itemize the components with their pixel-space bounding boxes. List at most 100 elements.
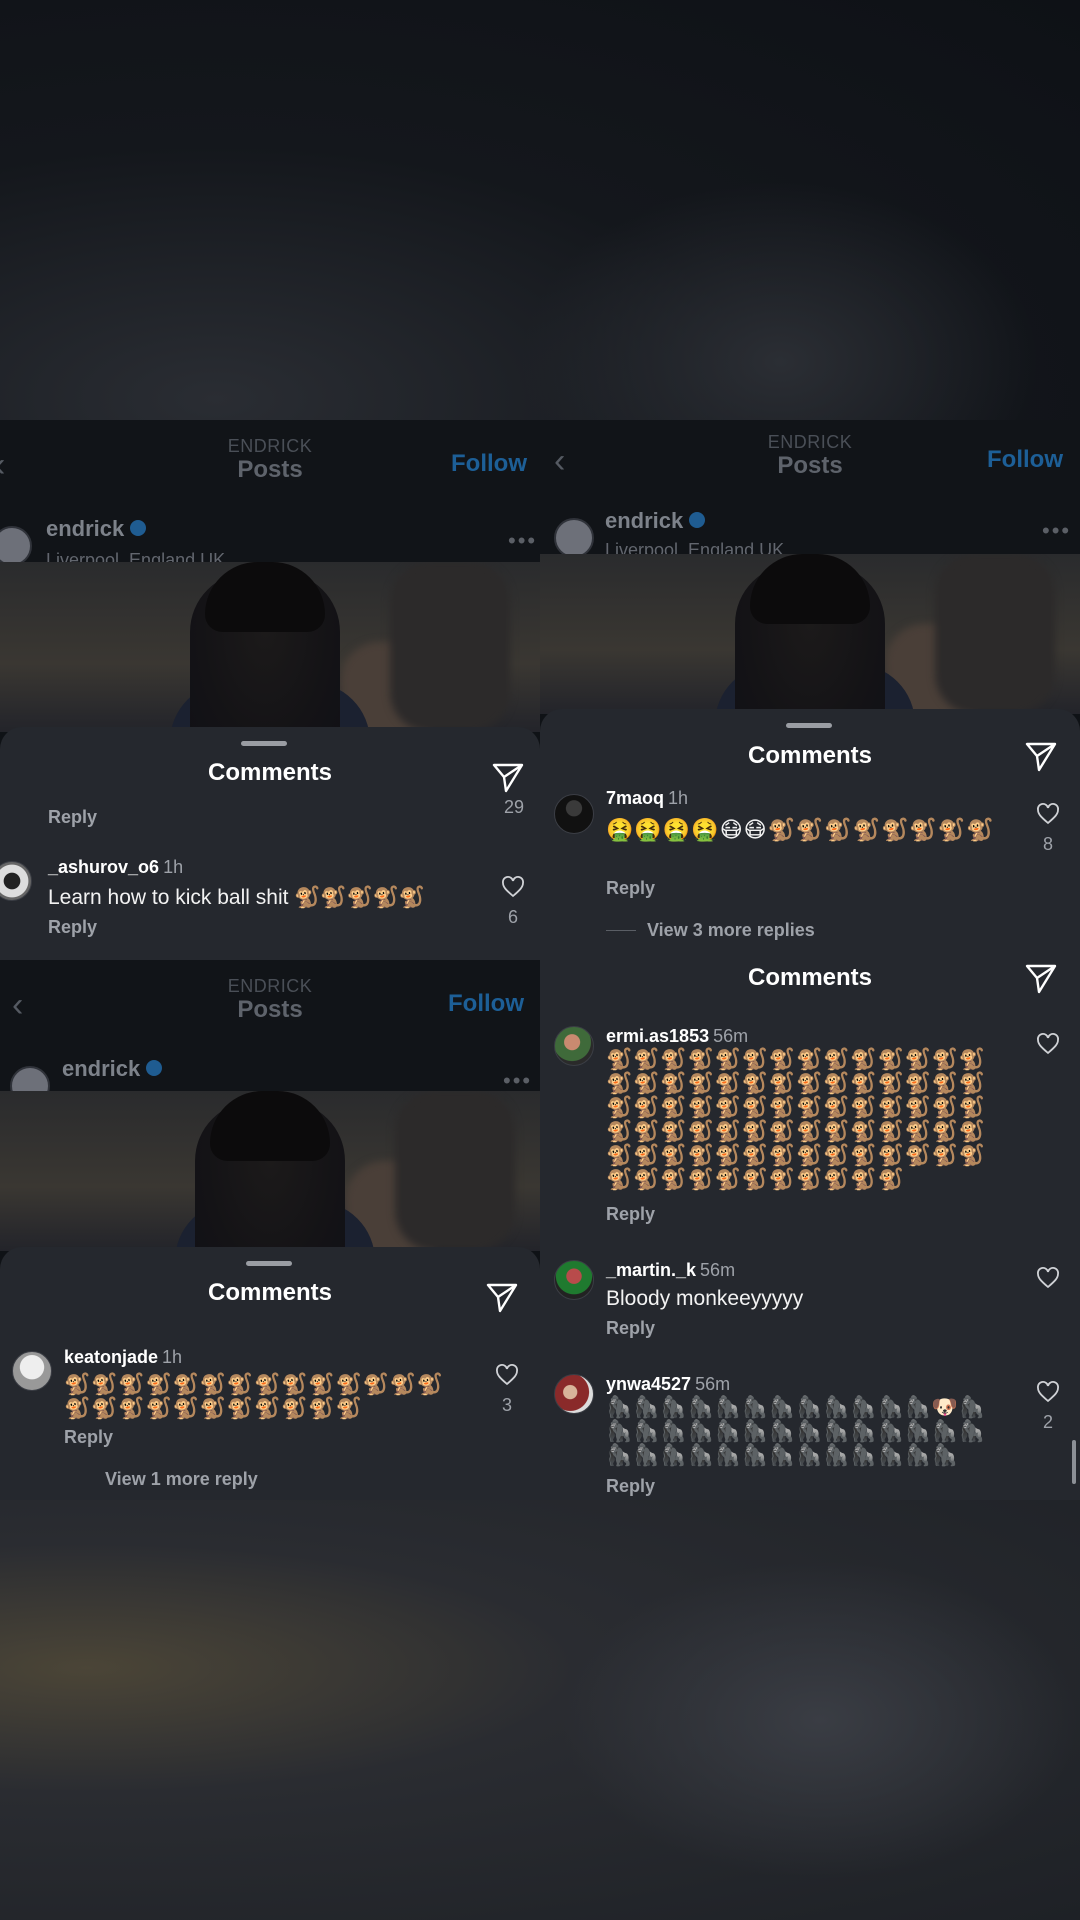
comment-username[interactable]: 7maoq 1h xyxy=(606,788,688,809)
background-figure xyxy=(935,554,1055,714)
like-count: 29 xyxy=(503,797,525,817)
avatar[interactable] xyxy=(554,518,594,558)
heart-outline-icon[interactable] xyxy=(1036,802,1060,826)
comment-timestamp: 56m xyxy=(695,1374,731,1394)
comment-username[interactable]: ermi.as1853 56m xyxy=(606,1026,748,1047)
comments-title: Comments xyxy=(747,742,873,769)
like-count: 2 xyxy=(1042,1412,1053,1432)
comment-timestamp: 1h xyxy=(162,1347,183,1367)
post-image xyxy=(540,554,1080,714)
top-nav-bar: ‹ ENDRICK Posts Follow xyxy=(0,420,540,506)
heart-outline-icon[interactable] xyxy=(1036,1032,1060,1056)
avatar[interactable] xyxy=(554,1026,594,1066)
background-figure xyxy=(395,1091,515,1251)
reply-button[interactable]: Reply xyxy=(606,878,655,899)
verified-badge-icon xyxy=(130,520,147,537)
paper-plane-icon[interactable] xyxy=(492,761,524,793)
avatar[interactable] xyxy=(554,1260,594,1300)
heart-outline-icon[interactable] xyxy=(501,875,525,899)
top-nav-bar: ‹ ENDRICK Posts Follow xyxy=(0,960,540,1046)
username-text: ynwa4527 xyxy=(606,1374,692,1394)
follow-button[interactable]: Follow xyxy=(448,990,524,1018)
paper-plane-icon[interactable] xyxy=(1025,740,1057,772)
reply-button[interactable]: Reply xyxy=(48,917,97,938)
comment-text: 🦍🦍🦍🦍🦍🦍🦍🦍🦍🦍🦍🦍🐶🦍🦍🦍🦍🦍🦍🦍🦍🦍🦍🦍🦍🦍🦍🦍🦍🦍🦍🦍🦍🦍🦍🦍🦍🦍🦍🦍… xyxy=(606,1396,987,1467)
reply-button[interactable]: Reply xyxy=(606,1318,655,1339)
avatar[interactable] xyxy=(0,861,32,901)
comments-title: Comments xyxy=(207,1279,333,1306)
comment-item: ynwa4527 56m 🦍🦍🦍🦍🦍🦍🦍🦍🦍🦍🦍🦍🐶🦍🦍🦍🦍🦍🦍🦍🦍🦍🦍🦍🦍🦍🦍🦍… xyxy=(540,1374,1080,1500)
screenshot-panel-a: ‹ ENDRICK Posts Follow endrick Liverpool… xyxy=(0,420,540,960)
paper-plane-icon[interactable] xyxy=(486,1281,518,1313)
comment-timestamp: 56m xyxy=(713,1026,749,1046)
comment-timestamp: 56m xyxy=(700,1260,736,1280)
drag-handle[interactable] xyxy=(246,1261,292,1266)
reply-button[interactable]: Reply xyxy=(606,1476,655,1497)
blurred-background-top xyxy=(0,0,1080,440)
reply-button[interactable]: Reply xyxy=(64,1427,113,1448)
comment-item: 7maoq 1h 🤮🤮🤮🤮😷😷🐒🐒🐒🐒🐒🐒🐒🐒 Reply 8 View 3 mo… xyxy=(540,788,1080,940)
comment-text: 🐒🐒🐒🐒🐒🐒🐒🐒🐒🐒🐒🐒🐒🐒🐒🐒🐒🐒🐒🐒🐒🐒🐒🐒🐒🐒🐒🐒🐒🐒🐒🐒🐒🐒🐒🐒🐒🐒🐒🐒… xyxy=(606,1048,987,1191)
heart-outline-icon[interactable] xyxy=(1036,1266,1060,1290)
heart-outline-icon[interactable] xyxy=(1036,1380,1060,1404)
comment-username[interactable]: _martin._k 56m xyxy=(606,1260,735,1281)
scrollbar[interactable] xyxy=(1072,1440,1076,1484)
subject-hair xyxy=(210,1091,330,1161)
view-more-replies-button[interactable]: View 3 more replies xyxy=(647,920,815,940)
background-figure xyxy=(390,562,510,732)
background-blur-shape xyxy=(560,1560,1080,1880)
avatar[interactable] xyxy=(554,794,594,834)
reply-button[interactable]: Reply xyxy=(48,807,97,828)
comments-sheet: Comments Reply 29 _ashurov_o6 1h Learn ho… xyxy=(0,727,540,960)
comments-title: Comments xyxy=(747,964,873,991)
username-text: endrick xyxy=(605,508,684,533)
comment-item: ermi.as1853 56m 🐒🐒🐒🐒🐒🐒🐒🐒🐒🐒🐒🐒🐒🐒🐒🐒🐒🐒🐒🐒🐒🐒🐒🐒🐒… xyxy=(540,1026,1080,1226)
post-image xyxy=(0,1091,540,1251)
drag-handle[interactable] xyxy=(786,723,832,728)
comment-timestamp: 1h xyxy=(668,788,689,808)
avatar[interactable] xyxy=(12,1351,52,1391)
ellipsis-icon[interactable]: ••• xyxy=(508,528,537,554)
username-text: 7maoq xyxy=(606,788,665,808)
username-text: _ashurov_o6 xyxy=(48,857,160,877)
screenshot-panel-b: ‹ ENDRICK Posts Follow endrick Liverpool… xyxy=(0,960,540,1500)
username-text: endrick xyxy=(62,1056,141,1081)
post-username[interactable]: endrick xyxy=(46,516,147,542)
ellipsis-icon[interactable]: ••• xyxy=(1042,518,1071,544)
post-username[interactable]: endrick xyxy=(62,1056,163,1082)
drag-handle[interactable] xyxy=(241,741,287,746)
follow-button[interactable]: Follow xyxy=(987,446,1063,474)
heart-outline-icon[interactable] xyxy=(495,1363,519,1387)
avatar[interactable] xyxy=(554,1374,594,1414)
comment-item: _ashurov_o6 1h Learn how to kick ball shi… xyxy=(0,857,540,957)
view-more-replies-button[interactable]: View 1 more reply xyxy=(105,1469,258,1490)
screenshot-panel-d: Comments ermi.as1853 56m 🐒🐒🐒🐒🐒🐒🐒🐒🐒🐒🐒🐒🐒🐒🐒🐒… xyxy=(540,940,1080,1500)
verified-badge-icon xyxy=(689,512,706,529)
follow-button[interactable]: Follow xyxy=(451,450,527,478)
like-count: 3 xyxy=(501,1395,512,1415)
comments-title: Comments xyxy=(207,759,333,786)
comment-text: Learn how to kick ball shit 🐒🐒🐒🐒🐒 xyxy=(48,886,426,909)
blurred-background-bottom xyxy=(0,1500,1080,1920)
username-text: endrick xyxy=(46,516,125,541)
comment-item: keatonjade 1h 🐒🐒🐒🐒🐒🐒🐒🐒🐒🐒🐒🐒🐒🐒🐒🐒🐒🐒🐒🐒🐒🐒🐒🐒🐒 R… xyxy=(0,1347,540,1497)
comments-sheet: Comments 7maoq 1h 🤮🤮🤮🤮😷😷🐒🐒🐒🐒🐒🐒🐒🐒 Reply 8 … xyxy=(540,709,1080,940)
subject-hair xyxy=(750,554,870,624)
comment-timestamp: 1h xyxy=(163,857,184,877)
comment-text: 🐒🐒🐒🐒🐒🐒🐒🐒🐒🐒🐒🐒🐒🐒🐒🐒🐒🐒🐒🐒🐒🐒🐒🐒🐒 xyxy=(64,1373,445,1420)
like-count: 6 xyxy=(507,907,518,927)
post-image xyxy=(0,562,540,732)
comment-username[interactable]: _ashurov_o6 1h xyxy=(48,857,183,878)
comment-username[interactable]: keatonjade 1h xyxy=(64,1347,182,1368)
comments-sheet: Comments keatonjade 1h 🐒🐒🐒🐒🐒🐒🐒🐒🐒🐒🐒🐒🐒🐒🐒🐒🐒🐒… xyxy=(0,1247,540,1500)
username-text: keatonjade xyxy=(64,1347,159,1367)
comment-text: Bloody monkeeyyyyy xyxy=(606,1287,804,1310)
screenshot-panel-c: ‹ ENDRICK Posts Follow endrick Liverpool… xyxy=(540,420,1080,940)
comment-username[interactable]: ynwa4527 56m xyxy=(606,1374,730,1395)
paper-plane-icon[interactable] xyxy=(1025,962,1057,994)
background-blur-shape xyxy=(520,180,1040,440)
post-username[interactable]: endrick xyxy=(605,508,706,534)
verified-badge-icon xyxy=(146,1060,163,1077)
avatar[interactable] xyxy=(0,526,32,566)
reply-button[interactable]: Reply xyxy=(606,1204,655,1225)
